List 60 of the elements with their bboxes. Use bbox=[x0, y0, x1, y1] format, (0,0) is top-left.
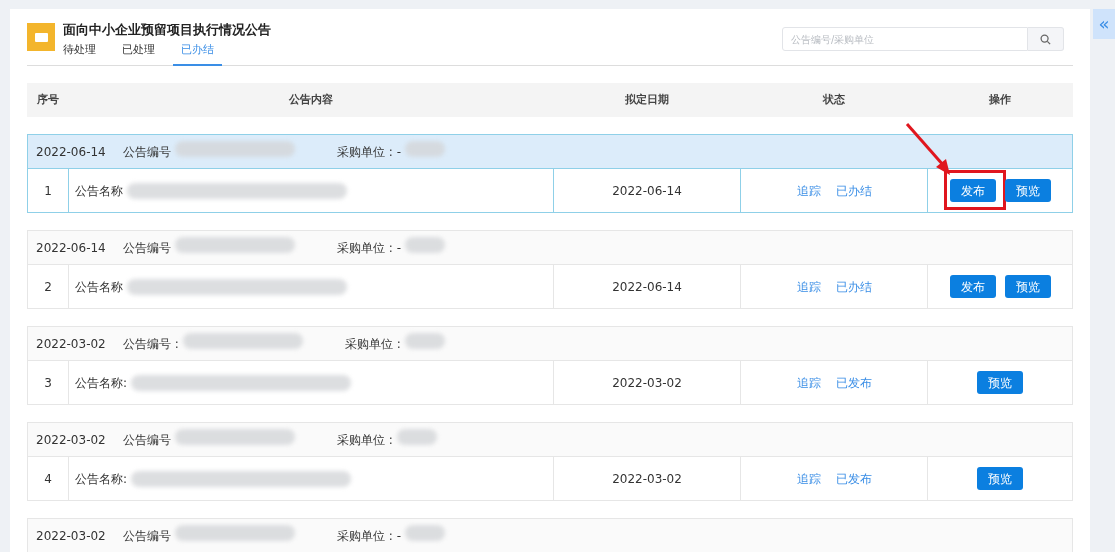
redacted-block bbox=[405, 525, 445, 541]
record-date: 2022-03-02 bbox=[36, 431, 107, 449]
status-text: 已发布 bbox=[835, 374, 872, 392]
preview-button[interactable]: 预览 bbox=[977, 467, 1023, 490]
row-number: 3 bbox=[44, 374, 52, 392]
status-text: 已办结 bbox=[835, 278, 872, 296]
collapse-button[interactable]: « bbox=[1093, 9, 1115, 39]
search-icon bbox=[1040, 33, 1051, 45]
redacted-block bbox=[404, 333, 445, 349]
planned-date: 2022-06-14 bbox=[612, 182, 682, 200]
record-date: 2022-06-14 bbox=[36, 239, 107, 257]
arrow-annotation bbox=[905, 123, 950, 175]
track-link[interactable]: 追踪 bbox=[796, 373, 821, 392]
number-label: 公告编号 bbox=[123, 143, 171, 161]
number-label: 公告编号 : bbox=[123, 335, 179, 353]
row-number: 4 bbox=[44, 470, 52, 488]
column-header: 操作 bbox=[989, 91, 1011, 108]
redacted-block bbox=[405, 237, 445, 253]
record-date: 2022-03-02 bbox=[36, 335, 107, 353]
unit-label: 采购单位 : - bbox=[337, 239, 401, 257]
track-link[interactable]: 追踪 bbox=[796, 469, 821, 488]
status-text: 已办结 bbox=[835, 182, 872, 200]
number-label: 公告编号 bbox=[123, 239, 171, 257]
row-number: 2 bbox=[44, 278, 52, 296]
record-date: 2022-03-02 bbox=[36, 527, 107, 545]
tab[interactable]: 已办结 bbox=[173, 41, 222, 66]
track-link[interactable]: 追踪 bbox=[796, 181, 821, 200]
column-header: 序号 bbox=[36, 91, 60, 108]
name-label: 公告名称: bbox=[75, 374, 128, 392]
track-link[interactable]: 追踪 bbox=[796, 277, 821, 296]
column-header: 公告内容 bbox=[288, 91, 333, 108]
unit-label: 采购单位 : - bbox=[337, 143, 401, 161]
number-label: 公告编号 bbox=[123, 527, 171, 545]
column-header: 拟定日期 bbox=[624, 91, 669, 108]
publish-button[interactable]: 发布 bbox=[949, 179, 996, 202]
page-title: 面向中小企业预留项目执行情况公告 bbox=[63, 21, 271, 39]
planned-date: 2022-06-14 bbox=[612, 278, 682, 296]
redacted-block bbox=[396, 429, 437, 445]
name-label: 公告名称 bbox=[75, 182, 123, 200]
redacted-block bbox=[405, 141, 445, 157]
unit-label: 采购单位 : bbox=[344, 335, 401, 353]
planned-date: 2022-03-02 bbox=[612, 374, 682, 392]
preview-button[interactable]: 预览 bbox=[1004, 275, 1051, 298]
unit-label: 采购单位 : bbox=[337, 431, 393, 449]
unit-label: 采购单位 : - bbox=[337, 527, 401, 545]
preview-button[interactable]: 预览 bbox=[977, 371, 1023, 394]
row-number: 1 bbox=[44, 182, 52, 200]
monitor-icon bbox=[27, 23, 55, 51]
number-label: 公告编号 bbox=[123, 431, 171, 449]
column-header: 状态 bbox=[822, 91, 845, 108]
record-date: 2022-06-14 bbox=[36, 143, 107, 161]
name-label: 公告名称 bbox=[75, 278, 123, 296]
preview-button[interactable]: 预览 bbox=[1004, 179, 1051, 202]
status-text: 已发布 bbox=[835, 470, 872, 488]
planned-date: 2022-03-02 bbox=[612, 470, 682, 488]
name-label: 公告名称: bbox=[75, 470, 128, 488]
search-button[interactable] bbox=[1028, 27, 1064, 51]
tab[interactable]: 待处理 bbox=[63, 41, 96, 66]
publish-button[interactable]: 发布 bbox=[949, 275, 996, 298]
tab[interactable]: 已处理 bbox=[122, 41, 155, 66]
